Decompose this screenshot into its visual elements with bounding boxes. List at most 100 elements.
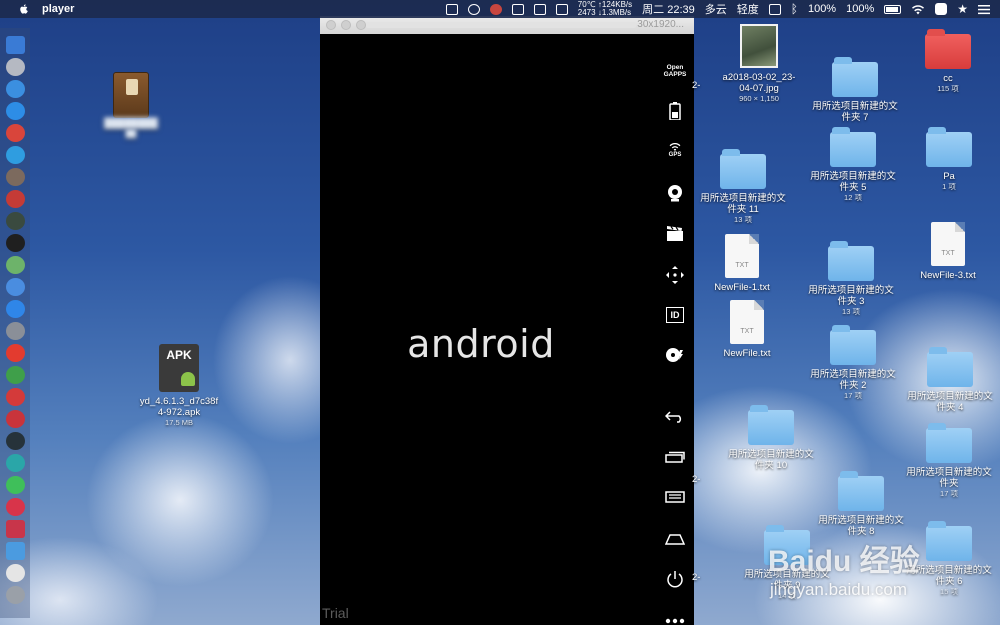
battery-percent[interactable]: 100% [846,3,874,15]
dock-app-icon[interactable] [5,322,25,340]
dock-app-icon[interactable] [5,498,25,516]
desktop-folder-5[interactable]: 用所选项目新建的文 件夹 5 12 项 [798,127,908,202]
dock-app-icon[interactable] [5,212,25,230]
folder-label: 件夹 11 [727,204,759,215]
dock-app-icon[interactable] [5,168,25,186]
menu-list-icon[interactable] [978,4,990,15]
menu-bar: player 70℃ ↑124KB/s 2473 ↓1.3MB/s 周二 22:… [0,0,1000,18]
power-button[interactable] [660,566,690,592]
desktop-file-newfile-1[interactable]: TXT NewFile-1.txt [687,234,797,293]
dock-app-icon[interactable] [5,388,25,406]
desktop-folder-10[interactable]: 用所选项目新建的文 件夹 10 [716,405,826,471]
star-icon[interactable]: ★ [957,2,968,16]
back-button[interactable] [660,404,690,430]
open-gapps-button[interactable]: Open GAPPS [660,58,690,84]
desktop-item-image[interactable]: a2018-03-02_23- 04-07.jpg 960 × 1,150 [704,24,814,103]
dock-app-icon[interactable] [5,586,25,604]
emulator-screen[interactable]: android Trial [320,34,642,625]
dock-app-icon[interactable] [5,36,25,54]
dock-app-icon[interactable] [5,366,25,384]
active-app-name[interactable]: player [42,3,74,15]
dock-app-icon[interactable] [5,520,25,538]
emulator-titlebar[interactable]: 30x1920... [320,16,694,34]
desktop-folder-2[interactable]: 用所选项目新建的文 件夹 2 17 项 [798,325,908,400]
dock-app-icon[interactable] [5,124,25,142]
disk-button[interactable] [660,342,690,368]
screen-status-icon[interactable] [533,3,546,15]
dock-app-icon[interactable] [5,234,25,252]
dock-app-icon[interactable] [5,432,25,450]
power-icon [667,571,683,588]
app-status-icon[interactable] [489,3,502,15]
folder-label: 件夹 10 [754,460,788,471]
apk-name-line2: 4-972.apk [157,407,201,418]
dock-app-icon[interactable] [5,146,25,164]
apple-menu-icon[interactable] [16,3,32,15]
minimize-button[interactable] [341,20,351,30]
menu-button[interactable] [660,484,690,510]
grid-status-icon[interactable] [445,3,458,15]
weather-text[interactable]: 多云 [705,1,727,17]
volume-percent[interactable]: 100% [808,3,836,15]
dock-app-icon[interactable] [5,542,25,560]
more-dots-icon [665,618,685,624]
screencast-button[interactable] [660,220,690,246]
dock-app-icon[interactable] [5,410,25,428]
desktop-file-newfile[interactable]: TXT NewFile.txt [692,300,802,359]
clock[interactable]: 周二 22:39 [642,1,695,17]
system-monitor[interactable]: 70℃ ↑124KB/s 2473 ↓1.3MB/s [578,1,632,17]
folder-label: 用所选项目新建的文 [728,449,814,460]
device-id-button[interactable]: ID [660,302,690,328]
zoom-button[interactable] [356,20,366,30]
dock-app-icon[interactable] [5,58,25,76]
wifi-icon[interactable] [911,4,925,15]
bluetooth-icon[interactable]: ᛒ [791,2,798,16]
dock-app-icon[interactable] [5,102,25,120]
cloud-status-icon[interactable] [768,3,781,15]
gps-signal-icon [669,143,681,151]
folder-label: 用所选项目新建的文 [808,285,894,296]
dock-app-icon[interactable] [5,454,25,472]
desktop-folder-cc[interactable]: cc 115 项 [893,29,1000,93]
battery-button[interactable] [660,98,690,124]
desktop-folder-3[interactable]: 用所选项目新建的文 件夹 3 13 项 [796,241,906,316]
dock-app-icon[interactable] [5,80,25,98]
webcam-button[interactable] [660,180,690,206]
close-button[interactable] [326,20,336,30]
window-status-icon[interactable] [555,3,568,15]
dock-app-icon[interactable] [5,300,25,318]
emulator-window[interactable]: 30x1920... android Trial OpenGAPPS GPS [320,16,694,625]
desktop-file-newfile-3[interactable]: TXT NewFile-3.txt [893,222,1000,281]
image-thumbnail [740,24,778,68]
air-quality-text[interactable]: 轻度 [737,1,759,17]
remote-control-button[interactable] [660,262,690,288]
s-app-icon[interactable] [935,3,948,15]
wechat-status-icon[interactable] [467,3,480,15]
battery-icon[interactable] [884,4,902,14]
dock-app-icon[interactable] [5,278,25,296]
desktop-folder-pa[interactable]: Pa 1 项 [894,127,1000,191]
dock-app-icon[interactable] [5,256,25,274]
dock-app-icon[interactable] [5,564,25,582]
clapperboard-icon [667,226,683,241]
desktop-item-apk[interactable]: APK yd_4.6.1.3_d7c38f 4-972.apk 17.5 MB [124,344,234,427]
dock-app-icon[interactable] [5,190,25,208]
home-button[interactable] [660,526,690,552]
desktop-folder-11[interactable]: 用所选项目新建的文 件夹 11 13 项 [688,149,798,224]
display-status-icon[interactable] [511,3,524,15]
dock-app-icon[interactable] [5,476,25,494]
folder-icon [748,405,794,445]
folder-label: 用所选项目新建的文 [812,101,898,112]
desktop-folder-4[interactable]: 用所选项目新建的文 件夹 4 [895,347,1000,413]
gps-button[interactable]: GPS [660,138,690,164]
recent-apps-button[interactable] [660,444,690,470]
desktop-item-blurred[interactable]: ████████ ██ [76,72,186,138]
file-label: NewFile.txt [723,348,771,359]
apk-size: 17.5 MB [165,418,193,427]
folder-icon [720,149,766,189]
folder-count: 17 项 [844,391,862,400]
more-button[interactable] [660,608,690,625]
folder-icon [927,347,973,387]
dock-app-icon[interactable] [5,344,25,362]
folder-count: 1 项 [942,182,956,191]
